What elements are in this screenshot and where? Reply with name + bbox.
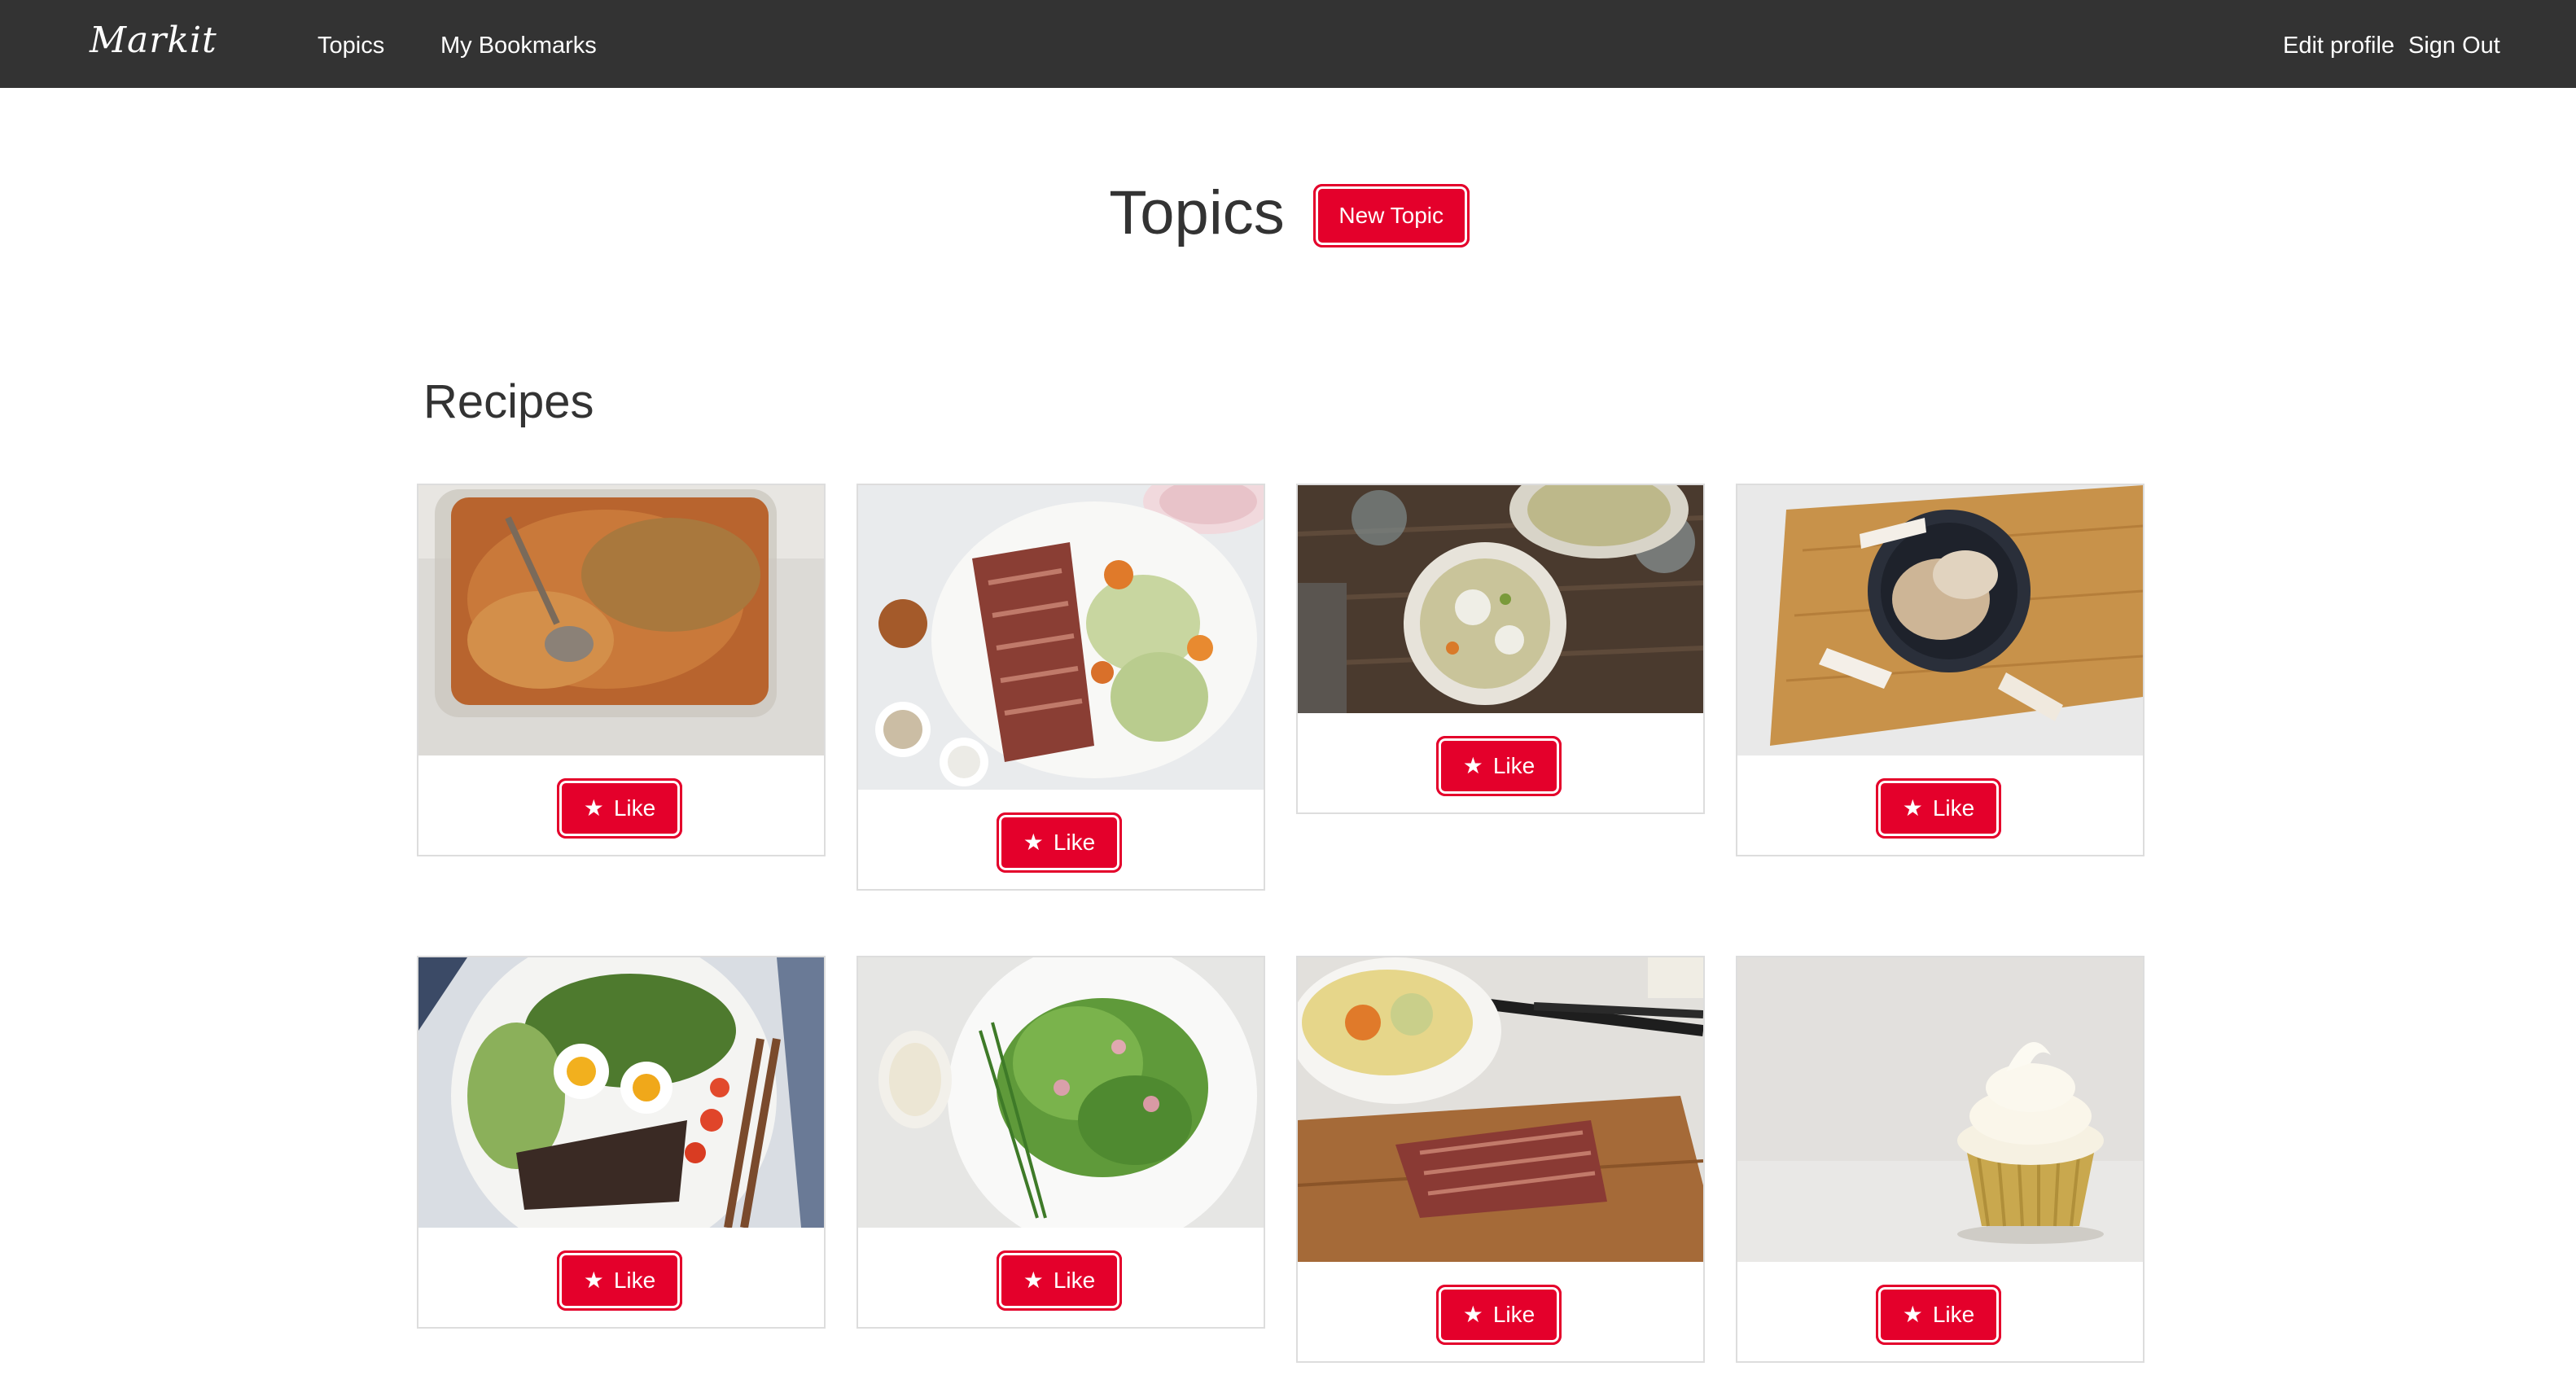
like-button[interactable]: ★ Like [557,1250,682,1311]
recipe-image-sliced-beef-board[interactable] [1298,957,1703,1262]
card-footer: ★ Like [1737,755,2143,855]
recipe-image-cupcake[interactable] [1737,957,2143,1262]
recipe-image-green-salad[interactable] [858,957,1264,1228]
like-button[interactable]: ★ Like [1436,1285,1562,1345]
like-button[interactable]: ★ Like [997,1250,1122,1311]
like-button[interactable]: ★ Like [557,778,682,839]
like-label: Like [1492,1302,1536,1327]
like-label: Like [1053,1268,1096,1293]
card-footer: ★ Like [858,790,1264,889]
star-icon: ★ [1462,753,1483,778]
like-label: Like [1492,753,1536,778]
nav-link-sign-out[interactable]: Sign Out [2408,33,2500,59]
card-footer: ★ Like [418,755,824,855]
card-footer: ★ Like [1298,1262,1703,1361]
card-footer: ★ Like [858,1228,1264,1327]
nav-link-my-bookmarks[interactable]: My Bookmarks [440,33,597,59]
like-button[interactable]: ★ Like [1436,736,1562,796]
recipe-card: ★ Like [1296,484,1705,814]
card-footer: ★ Like [1298,713,1703,812]
page-title: Topics [1109,177,1285,247]
like-button[interactable]: ★ Like [997,812,1122,873]
star-icon: ★ [583,1268,604,1293]
card-footer: ★ Like [1737,1262,2143,1361]
recipe-image-egg-salad[interactable] [418,957,824,1228]
brand-logo[interactable]: Markit [90,20,217,61]
top-navbar: Markit Topics My Bookmarks Edit profile … [0,0,2576,88]
recipe-image-coconut-chips[interactable] [1737,485,2143,755]
card-footer: ★ Like [418,1228,824,1327]
star-icon: ★ [1462,1302,1483,1327]
star-icon: ★ [1023,830,1044,855]
recipe-card: ★ Like [856,956,1265,1329]
like-button[interactable]: ★ Like [1876,778,2001,839]
recipe-card: ★ Like [417,484,826,856]
star-icon: ★ [1902,795,1923,821]
like-label: Like [1932,1302,1975,1327]
recipe-card: ★ Like [417,956,826,1329]
new-topic-button[interactable]: New Topic [1312,184,1470,247]
section-title-recipes: Recipes [423,375,594,428]
recipe-card: ★ Like [1736,484,2144,856]
like-label: Like [1053,830,1096,855]
like-label: Like [613,1268,656,1293]
recipe-card: ★ Like [1296,956,1705,1363]
recipe-image-corned-beef[interactable] [858,485,1264,790]
recipe-image-stew[interactable] [1298,485,1703,713]
nav-link-edit-profile[interactable]: Edit profile [2283,33,2394,59]
like-label: Like [1932,795,1975,821]
page-header: Topics New Topic [0,171,2576,261]
recipe-card: ★ Like [1736,956,2144,1363]
recipe-image-casserole[interactable] [418,485,824,755]
star-icon: ★ [1902,1302,1923,1327]
recipe-card: ★ Like [856,484,1265,891]
like-button[interactable]: ★ Like [1876,1285,2001,1345]
star-icon: ★ [583,795,604,821]
star-icon: ★ [1023,1268,1044,1293]
nav-link-topics[interactable]: Topics [318,33,384,59]
like-label: Like [613,795,656,821]
